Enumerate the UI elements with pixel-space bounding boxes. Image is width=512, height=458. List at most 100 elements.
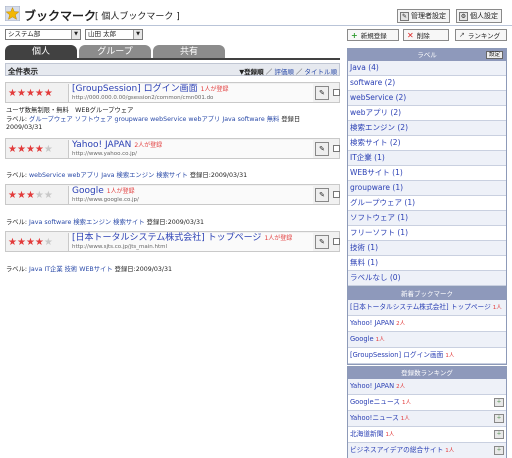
ranking-button[interactable]: ↗ ランキング xyxy=(455,29,507,41)
admin-settings-button[interactable]: ✎ 管理者設定 xyxy=(397,9,450,23)
labels-panel: ラベル 設定 Java (4) software (2) webService … xyxy=(347,48,507,287)
star-filled-icon: ★ xyxy=(8,144,17,155)
ranking-link[interactable]: Yahoo! JAPAN xyxy=(350,382,394,390)
bookmark-meta: ラベル: webService webアプリ Java 検索エンジン 検索サイト… xyxy=(6,172,248,179)
group-select[interactable]: システム部 ▼ xyxy=(5,29,81,40)
label-item[interactable]: software (2) xyxy=(348,76,506,91)
bookmark-tags[interactable]: webService webアプリ Java 検索エンジン 検索サイト xyxy=(29,172,188,179)
new-bookmark-button[interactable]: + 新規登録 xyxy=(347,29,399,41)
count-badge: 2人 xyxy=(396,384,406,390)
label-item[interactable]: WEBサイト (1) xyxy=(348,166,506,181)
tab-shared[interactable]: 共有 xyxy=(153,45,225,59)
label-item[interactable]: webService (2) xyxy=(348,91,506,106)
registered-count-badge[interactable]: 1人が登録 xyxy=(107,188,135,195)
new-bookmark-link[interactable]: [GroupSession] ログイン画面 xyxy=(350,351,443,359)
registered-count-badge[interactable]: 2人が登録 xyxy=(134,142,162,149)
tab-personal[interactable]: 個人 xyxy=(5,45,77,59)
new-bookmark-item[interactable]: Google 1人 xyxy=(348,332,506,348)
star-filled-icon: ★ xyxy=(43,88,53,99)
select-checkbox[interactable] xyxy=(333,89,340,96)
label-item[interactable]: 検索サイト (2) xyxy=(348,136,506,151)
bookmark-title-link[interactable]: Google xyxy=(72,186,104,196)
select-checkbox[interactable] xyxy=(333,238,340,245)
ranking-panel: 登録数ランキング Yahoo! JAPAN 2人 Googleニュース 1人＋ Ya… xyxy=(347,366,507,458)
date-label: 登録日 xyxy=(281,116,301,123)
label-item[interactable]: フリーソフト (1) xyxy=(348,226,506,241)
new-bookmark-link[interactable]: [日本トータルシステム株式会社] トップページ xyxy=(350,303,491,311)
bookmark-title-link[interactable]: [GroupSession] ログイン画面 xyxy=(72,84,198,94)
label-item[interactable]: ソフトウェア (1) xyxy=(348,211,506,226)
edit-icon[interactable]: ✎ xyxy=(315,235,329,249)
ranking-link[interactable]: 北海道新聞 xyxy=(350,430,383,438)
add-bookmark-icon[interactable]: ＋ xyxy=(494,414,504,423)
select-checkbox[interactable] xyxy=(333,191,340,198)
count-badge: 1人 xyxy=(385,432,395,438)
labels-config-button[interactable]: 設定 xyxy=(485,51,503,59)
edit-icon[interactable]: ✎ xyxy=(315,188,329,202)
new-bookmark-item[interactable]: [GroupSession] ログイン画面 1人 xyxy=(348,348,506,364)
add-bookmark-icon[interactable]: ＋ xyxy=(494,430,504,439)
bookmark-date: 2009/03/31 xyxy=(135,266,172,273)
sort-rating-link[interactable]: 評価順 xyxy=(274,68,294,76)
ranking-item[interactable]: Yahoo! JAPAN 2人 xyxy=(348,379,506,395)
label-item[interactable]: グループウェア (1) xyxy=(348,196,506,211)
bookmark-title-link[interactable]: Yahoo! JAPAN xyxy=(72,140,131,150)
registered-count-badge[interactable]: 1人が登録 xyxy=(201,86,229,93)
registered-count-badge[interactable]: 1人が登録 xyxy=(264,235,292,242)
bookmark-box: [GroupSession] ログイン画面 1人が登録 http://000.00… xyxy=(68,84,313,102)
ranking-link[interactable]: ビジネスアイデアの総合サイト xyxy=(350,446,443,454)
edit-icon[interactable]: ✎ xyxy=(315,142,329,156)
ranking-icon: ↗ xyxy=(459,31,465,39)
label-item[interactable]: 技術 (1) xyxy=(348,241,506,256)
label-item[interactable]: IT企業 (1) xyxy=(348,151,506,166)
user-select[interactable]: 山田 太郎 ▼ xyxy=(85,29,143,40)
ranking-link[interactable]: Googleニュース xyxy=(350,398,400,406)
bookmark-date: 2009/03/31 xyxy=(210,172,248,179)
star-filled-icon: ★ xyxy=(25,190,35,201)
star-filled-icon: ★ xyxy=(16,144,26,155)
sort-registered[interactable]: ▼登録順 xyxy=(239,68,264,76)
new-bookmark-link[interactable]: Google xyxy=(350,335,374,343)
star-filled-icon: ★ xyxy=(8,190,17,201)
bookmark-tags[interactable]: グループウェア ソフトウェア groupware webService webア… xyxy=(29,116,279,123)
new-bookmark-item[interactable]: [日本トータルシステム株式会社] トップページ 1人 xyxy=(348,300,506,316)
bookmark-tags[interactable]: Java software 検索エンジン 検索サイト xyxy=(29,219,145,226)
bookmark-description: ユーザ数無制限・無料 WEBグループウェア xyxy=(6,107,134,114)
tab-group[interactable]: グループ xyxy=(79,45,151,59)
ranking-item[interactable]: Googleニュース 1人 ＋ xyxy=(348,395,506,411)
bookmark-box: Google 1人が登録 http://www.google.co.jp/ xyxy=(68,186,313,204)
label-item[interactable]: 検索エンジン (2) xyxy=(348,121,506,136)
new-bookmark-item[interactable]: Yahoo! JAPAN 2人 xyxy=(348,316,506,332)
select-checkbox[interactable] xyxy=(333,145,340,152)
label-item[interactable]: webアプリ (2) xyxy=(348,106,506,121)
star-filled-icon: ★ xyxy=(16,190,26,201)
ranking-item[interactable]: 北海道新聞 1人 ＋ xyxy=(348,427,506,443)
app-title: ブックマーク xyxy=(24,9,97,23)
personal-settings-button[interactable]: ⚙ 個人設定 xyxy=(456,9,502,23)
sort-title-link[interactable]: タイトル順 xyxy=(305,68,338,76)
bookmark-meta: ラベル: Java IT企業 技術 WEBサイト 登録日:2009/03/31 xyxy=(6,266,172,273)
label-item[interactable]: groupware (1) xyxy=(348,181,506,196)
tab-underline xyxy=(5,58,340,60)
chevron-down-icon: ▼ xyxy=(71,30,80,39)
new-bookmark-link[interactable]: Yahoo! JAPAN xyxy=(350,319,394,327)
bookmark-row: ★★★★★ [GroupSession] ログイン画面 1人が登録 http://… xyxy=(5,82,340,103)
ranking-link[interactable]: Yahoo!ニュース xyxy=(350,414,399,422)
label-item[interactable]: ラベルなし (0) xyxy=(348,271,506,286)
edit-icon[interactable]: ✎ xyxy=(315,86,329,100)
ranking-item[interactable]: ビジネスアイデアの総合サイト 1人 ＋ xyxy=(348,443,506,458)
delete-button[interactable]: ✕ 削除 xyxy=(403,29,449,41)
label-prefix: ラベル: xyxy=(6,116,28,123)
ranking-item[interactable]: Yahoo!ニュース 1人 ＋ xyxy=(348,411,506,427)
label-prefix: ラベル: xyxy=(6,172,28,179)
label-item[interactable]: Java (4) xyxy=(348,61,506,76)
count-badge: 1人 xyxy=(400,416,410,422)
add-bookmark-icon[interactable]: ＋ xyxy=(494,398,504,407)
bookmark-row: ★★★★★ Yahoo! JAPAN 2人が登録 http://www.yahoo… xyxy=(5,138,340,159)
label-item[interactable]: 無料 (1) xyxy=(348,256,506,271)
label-prefix: ラベル: xyxy=(6,266,28,273)
new-bookmark-label: 新規登録 xyxy=(360,32,387,40)
bookmark-title-link[interactable]: [日本トータルシステム株式会社] トップページ xyxy=(72,233,261,243)
bookmark-tags[interactable]: Java IT企業 技術 WEBサイト xyxy=(29,266,113,273)
add-bookmark-icon[interactable]: ＋ xyxy=(494,446,504,455)
